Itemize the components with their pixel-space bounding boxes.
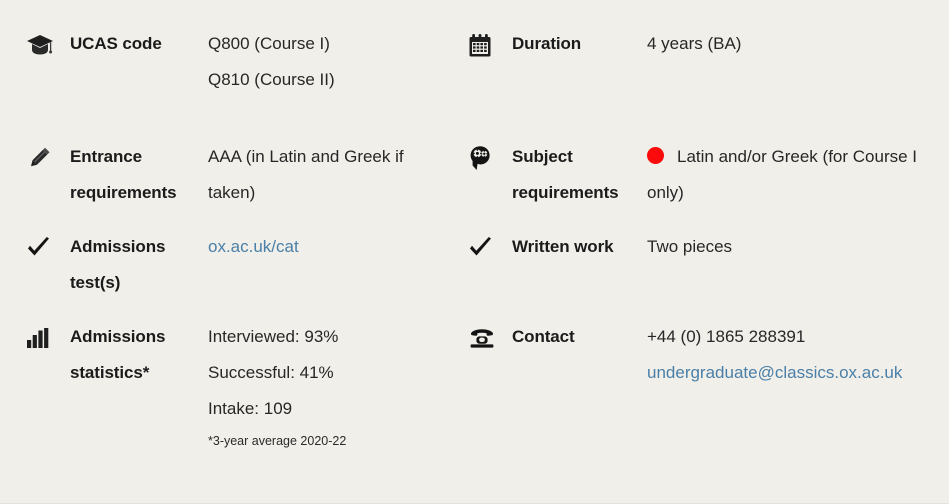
fact-label: Admissions statistics* — [70, 327, 166, 382]
head-gears-icon — [468, 139, 512, 175]
fact-value: Two pieces — [647, 229, 938, 265]
fact-value: Interviewed: 93% Successful: 41% Intake:… — [208, 319, 446, 455]
fact-row-entrance-requirements: Entrance requirements AAA (in Latin and … — [26, 139, 446, 211]
fact-value-line: Latin and/or Greek (for Course I only) — [647, 139, 938, 211]
fact-value-line: Intake: 109 — [208, 399, 293, 418]
contact-email-link[interactable]: undergraduate@classics.ox.ac.uk — [647, 363, 902, 382]
fact-row-contact: Contact +44 (0) 1865 288391 undergraduat… — [468, 319, 938, 391]
fact-value: 4 years (BA) — [647, 26, 938, 62]
fact-value-line: AAA (in Latin and Greek if taken) — [208, 147, 404, 202]
checkmark-icon — [468, 229, 512, 265]
fact-value-line: Q800 (Course I) — [208, 34, 330, 53]
fact-label: Contact — [512, 327, 575, 346]
fact-value: Q800 (Course I) Q810 (Course II) — [208, 26, 446, 98]
fact-row-admissions-statistics: Admissions statistics* Interviewed: 93% … — [26, 319, 446, 455]
fact-label: UCAS code — [70, 34, 162, 53]
fact-label: Admissions test(s) — [70, 237, 166, 292]
fact-row-subject-requirements: Subject requirements Latin and/or Greek … — [468, 139, 938, 211]
fact-value-line: Two pieces — [647, 237, 733, 256]
fact-value: +44 (0) 1865 288391 undergraduate@classi… — [647, 319, 938, 391]
fact-value-line: undergraduate@classics.ox.ac.uk — [647, 355, 938, 391]
fact-label: Entrance requirements — [70, 147, 177, 202]
calendar-icon — [468, 26, 512, 62]
course-facts-grid: UCAS code Q800 (Course I) Q810 (Course I… — [0, 0, 949, 504]
fact-value-line: Q810 (Course II) — [208, 70, 335, 89]
graduation-cap-icon — [26, 26, 70, 62]
fact-value-line: Successful: 41% — [208, 363, 334, 382]
fact-label: Duration — [512, 34, 582, 53]
fact-label: Written work — [512, 237, 614, 256]
fact-value: Latin and/or Greek (for Course I only) — [647, 139, 938, 211]
bar-chart-icon — [26, 319, 70, 355]
fact-value-line: +44 (0) 1865 288391 — [647, 327, 806, 346]
fact-value-line: 4 years (BA) — [647, 34, 742, 53]
admissions-statistics-footnote: *3-year average 2020-22 — [208, 434, 347, 448]
subject-requirements-text: Latin and/or Greek (for Course I only) — [647, 147, 918, 202]
red-bullet-icon — [647, 147, 664, 164]
fact-label: Subject requirements — [512, 147, 619, 202]
fact-row-admissions-test: Admissions test(s) ox.ac.uk/cat — [26, 229, 446, 301]
fact-value-line: Interviewed: 93% — [208, 327, 339, 346]
fact-value: ox.ac.uk/cat — [208, 229, 446, 265]
admissions-test-link[interactable]: ox.ac.uk/cat — [208, 237, 299, 256]
fact-row-ucas-code: UCAS code Q800 (Course I) Q810 (Course I… — [26, 26, 446, 98]
fact-value: AAA (in Latin and Greek if taken) — [208, 139, 446, 211]
telephone-icon — [468, 319, 512, 355]
fact-value-line: ox.ac.uk/cat — [208, 229, 446, 265]
checkmark-icon — [26, 229, 70, 265]
fact-row-duration: Duration 4 years (BA) — [468, 26, 938, 62]
fact-row-written-work: Written work Two pieces — [468, 229, 938, 265]
pencil-icon — [26, 139, 70, 175]
